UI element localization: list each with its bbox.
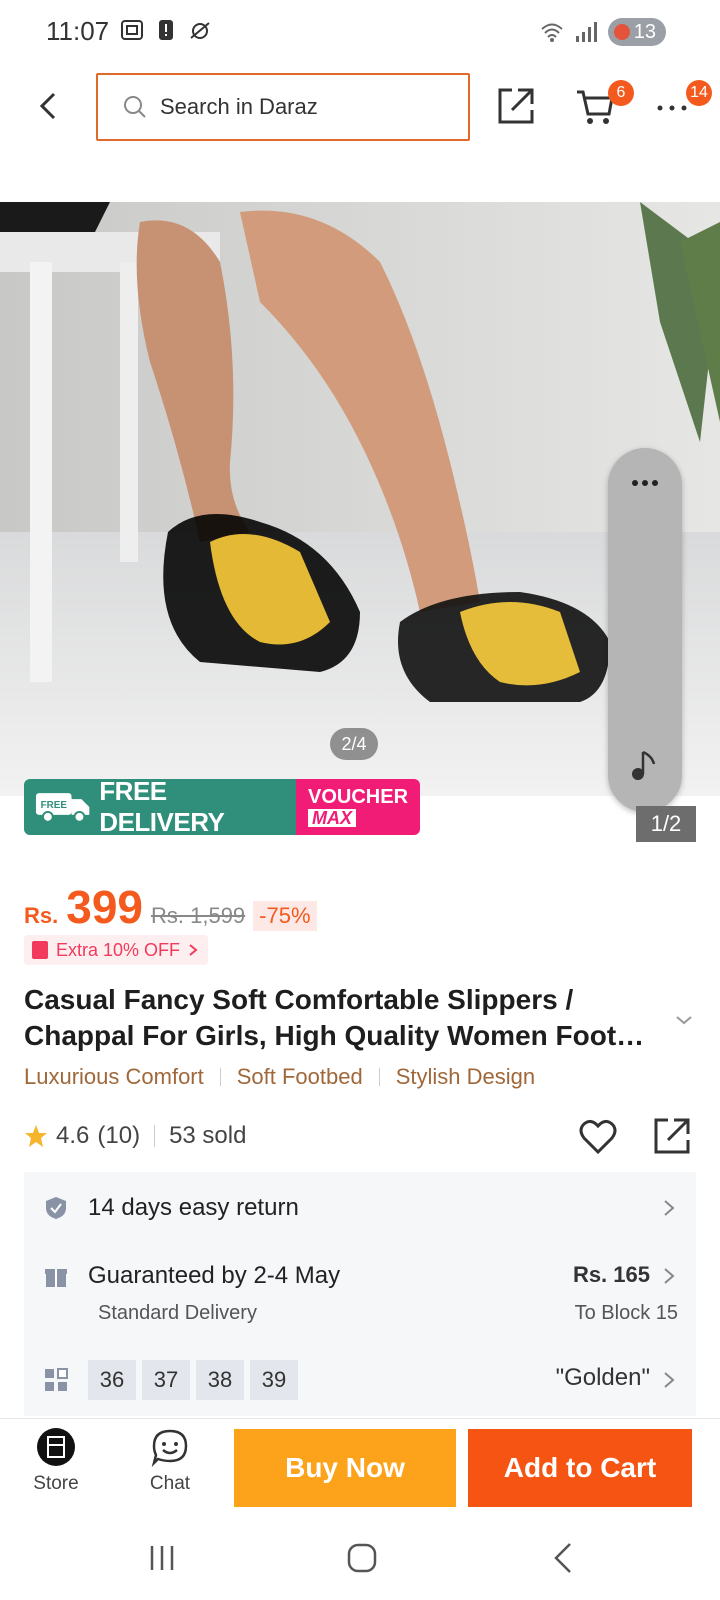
- selected-color: "Golden": [555, 1364, 650, 1391]
- share-icon[interactable]: [652, 1116, 692, 1156]
- size-option[interactable]: 36: [88, 1360, 136, 1400]
- price-row: Rs. 399 Rs. 1,599 -75%: [24, 880, 317, 933]
- voucher-text: VOUCHER: [308, 786, 409, 808]
- battery-saver-icon: [613, 24, 630, 40]
- price-value: 399: [66, 881, 143, 933]
- delivery-fee: Rs. 165: [572, 1262, 650, 1287]
- size-option[interactable]: 39: [250, 1360, 298, 1400]
- divider: [219, 1068, 221, 1086]
- variants-grid-icon: [45, 1368, 68, 1391]
- delivery-row[interactable]: Guaranteed by 2-4 May Standard Delivery …: [24, 1244, 696, 1344]
- extra-offer-text: Extra 10% OFF: [56, 939, 181, 960]
- search-placeholder: Search in Daraz: [160, 94, 318, 119]
- store-logo-icon: [37, 1428, 75, 1466]
- battery-level: 13: [633, 20, 656, 43]
- cart-count-badge: 6: [608, 80, 634, 106]
- voucher-max-text: MAX: [308, 809, 356, 827]
- feature-tag: Soft Footbed: [236, 1064, 363, 1089]
- back-arrow-icon[interactable]: [30, 86, 66, 126]
- rating-row[interactable]: 4.6 (10) 53 sold: [24, 1122, 246, 1150]
- store-button[interactable]: Store: [16, 1427, 96, 1507]
- bottom-action-bar: Store Chat Buy Now Add to Cart: [0, 1418, 720, 1514]
- extra-offer-chip[interactable]: Extra 10% OFF: [24, 935, 209, 965]
- shield-check-icon: [46, 1197, 66, 1219]
- return-policy-text: 14 days easy return: [88, 1194, 299, 1221]
- chevron-right-icon: [664, 1372, 675, 1388]
- delivery-guarantee-text: Guaranteed by 2-4 May: [88, 1262, 341, 1289]
- status-notification-icons: [120, 18, 212, 42]
- delivery-truck-icon: FREE: [35, 793, 90, 823]
- size-option[interactable]: 37: [142, 1360, 190, 1400]
- wishlist-heart-icon[interactable]: [578, 1118, 618, 1158]
- price-currency: Rs.: [24, 903, 59, 928]
- notification-count-badge: 14: [686, 80, 712, 106]
- slide-indicator: 1/2: [636, 806, 696, 842]
- more-options-icon[interactable]: [656, 94, 688, 118]
- feature-tag: Stylish Design: [395, 1064, 536, 1089]
- mute-icon: [190, 22, 210, 39]
- panel-more-icon[interactable]: [630, 478, 660, 488]
- expand-title-icon[interactable]: [674, 1010, 694, 1030]
- chat-icon: [151, 1429, 188, 1467]
- screenshot-icon: [121, 20, 143, 40]
- service-info-card: 14 days easy return Guaranteed by 2-4 Ma…: [24, 1172, 696, 1416]
- discount-badge: -75%: [253, 901, 317, 931]
- recent-apps-icon[interactable]: [142, 1538, 182, 1578]
- feature-tag: Luxurious Comfort: [24, 1064, 204, 1089]
- gift-box-icon: [45, 1269, 67, 1287]
- floating-media-panel[interactable]: [608, 448, 682, 812]
- return-policy-row[interactable]: 14 days easy return: [24, 1172, 696, 1244]
- variant-row[interactable]: 36 37 38 39 "Golden": [24, 1344, 696, 1416]
- divider: [154, 1125, 156, 1147]
- free-delivery-badge: FREE FREE DELIVERY: [24, 779, 296, 835]
- truck-tag-text: FREE: [41, 800, 68, 811]
- chevron-right-icon: [664, 1268, 675, 1284]
- free-delivery-text: FREE DELIVERY: [99, 779, 225, 835]
- signal-icon: [575, 22, 597, 42]
- chevron-right-icon: [664, 1200, 675, 1216]
- chevron-right-icon: [189, 944, 198, 956]
- music-note-icon[interactable]: [626, 748, 660, 782]
- divider: [378, 1068, 380, 1086]
- review-count: (10): [97, 1122, 141, 1149]
- coupon-tag-icon: [32, 941, 48, 959]
- feature-tags: Luxurious Comfort Soft Footbed Stylish D…: [24, 1064, 535, 1090]
- add-to-cart-button[interactable]: Add to Cart: [468, 1429, 692, 1507]
- original-price: Rs. 1,599: [151, 903, 246, 928]
- top-header: Search in Daraz 6 14: [0, 66, 720, 148]
- share-icon[interactable]: [496, 86, 536, 126]
- wifi-icon: [541, 23, 563, 42]
- voucher-max-badge: VOUCHER MAX: [296, 779, 420, 835]
- system-nav-bar: [0, 1514, 720, 1600]
- battery-indicator: 13: [607, 18, 666, 46]
- back-nav-icon[interactable]: [544, 1538, 584, 1578]
- status-system-icons: 13: [540, 18, 666, 46]
- size-option[interactable]: 38: [196, 1360, 244, 1400]
- delivery-location: To Block 15: [574, 1302, 678, 1324]
- product-title: Casual Fancy Soft Comfortable Slippers /…: [24, 984, 645, 1051]
- image-counter: 2/4: [330, 728, 378, 760]
- chat-button[interactable]: Chat: [130, 1427, 210, 1507]
- search-input[interactable]: Search in Daraz: [96, 73, 470, 141]
- alert-icon: [159, 20, 173, 40]
- rating-value: 4.6: [56, 1122, 90, 1149]
- chat-label: Chat: [149, 1473, 191, 1494]
- star-icon: [25, 1125, 47, 1147]
- home-icon[interactable]: [342, 1538, 382, 1578]
- buy-now-button[interactable]: Buy Now: [234, 1429, 456, 1507]
- status-time: 11:07: [46, 16, 110, 46]
- sold-count: 53 sold: [169, 1122, 247, 1149]
- status-bar: 11:07 13: [0, 0, 720, 64]
- delivery-type-text: Standard Delivery: [98, 1302, 257, 1324]
- store-label: Store: [33, 1473, 79, 1494]
- search-icon: [124, 96, 146, 118]
- promo-banner[interactable]: FREE FREE DELIVERY VOUCHER MAX: [24, 779, 420, 835]
